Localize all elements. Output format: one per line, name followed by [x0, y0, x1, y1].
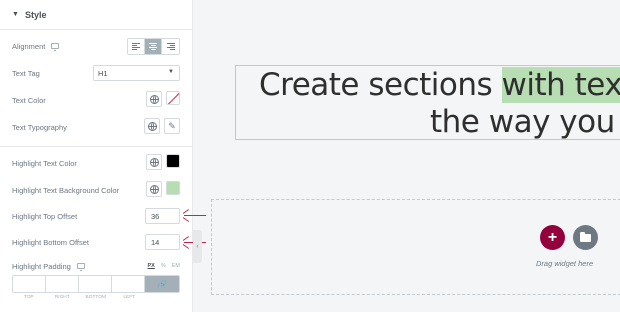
- caret-down-icon: ▼: [12, 11, 19, 18]
- dim-label-top: TOP: [23, 295, 34, 300]
- chevron-left-icon: ‹: [196, 243, 199, 250]
- highlight-text-color-label: Highlight Text Color: [12, 158, 77, 168]
- global-colors-button[interactable]: [146, 91, 162, 107]
- unit-switcher: PX % EM: [148, 263, 180, 269]
- folder-icon: [580, 231, 591, 242]
- globe-icon: [149, 157, 159, 167]
- globe-icon: [149, 94, 159, 104]
- unit-px[interactable]: PX: [148, 263, 155, 269]
- align-right-button[interactable]: [162, 39, 179, 54]
- add-template-button[interactable]: [573, 225, 598, 250]
- text-typography-label: Text Typography: [12, 122, 67, 132]
- edit-typography-button[interactable]: ✎: [164, 118, 180, 134]
- pencil-icon: ✎: [168, 120, 176, 131]
- highlight-top-offset-label: Highlight Top Offset: [12, 211, 78, 221]
- padding-dimensions: 🔗: [12, 275, 180, 293]
- highlight-bottom-offset-input[interactable]: 14: [145, 234, 180, 250]
- highlight-bg-color-swatch[interactable]: [166, 181, 180, 195]
- padding-top-input[interactable]: [13, 276, 46, 292]
- heading-line-1: Create sections with tex: [259, 67, 620, 103]
- desktop-icon[interactable]: [76, 263, 85, 271]
- highlight-top-offset-value: 36: [151, 211, 160, 221]
- drag-widget-hint: Drag widget here: [536, 259, 594, 268]
- text-tag-value: H1: [98, 68, 108, 78]
- style-section-header[interactable]: ▼ Style: [0, 0, 193, 30]
- highlight-text-color-controls: [146, 154, 180, 170]
- collapse-panel-button[interactable]: ‹: [193, 230, 202, 263]
- highlight-text-color-swatch[interactable]: [166, 154, 180, 168]
- text-color-controls: [146, 91, 180, 107]
- text-tag-label: Text Tag: [12, 68, 40, 78]
- padding-dimension-labels: TOP RIGHT BOTTOM LEFT: [12, 295, 146, 300]
- highlight-padding-label: Highlight Padding: [12, 261, 71, 271]
- link-icon: 🔗: [157, 279, 167, 289]
- typography-controls: ✎: [144, 118, 180, 134]
- text-tag-select[interactable]: H1 ▼: [93, 65, 180, 81]
- section-title: Style: [24, 9, 47, 20]
- link-values-button[interactable]: 🔗: [145, 276, 179, 292]
- highlight-bg-color-row: Highlight Text Background Color: [12, 180, 180, 200]
- highlight-top-offset-input[interactable]: 36: [145, 208, 180, 224]
- align-left-icon: [132, 43, 140, 50]
- alignment-control: [127, 38, 180, 55]
- align-left-button[interactable]: [128, 39, 145, 54]
- highlight-bottom-offset-value: 14: [151, 237, 160, 247]
- highlight-bg-color-controls: [146, 181, 180, 197]
- padding-right-input[interactable]: [46, 276, 79, 292]
- global-colors-button[interactable]: [146, 154, 162, 170]
- editor-canvas: Create sections with tex the way you + D…: [202, 0, 620, 312]
- heading-highlight-text: with tex: [501, 67, 620, 103]
- text-tag-row: Text Tag H1 ▼: [12, 63, 180, 83]
- text-color-swatch[interactable]: [166, 91, 180, 105]
- highlight-bg-color-label: Highlight Text Background Color: [12, 185, 120, 195]
- highlight-bottom-offset-label: Highlight Bottom Offset: [12, 237, 89, 247]
- text-color-label: Text Color: [12, 95, 46, 105]
- dim-label-left: LEFT: [123, 295, 136, 300]
- heading-text: Create sections: [259, 67, 502, 103]
- unit-em[interactable]: EM: [172, 263, 180, 269]
- padding-left-input[interactable]: [112, 276, 145, 292]
- alignment-row: Alignment: [12, 36, 180, 56]
- text-typography-row: Text Typography ✎: [12, 117, 180, 137]
- editor-panel: ▼ Style Alignment Text Tag H1 ▼ Text Col…: [0, 0, 193, 312]
- align-right-icon: [166, 43, 175, 50]
- dim-label-right: RIGHT: [54, 295, 70, 300]
- unit-percent[interactable]: %: [161, 263, 166, 269]
- chevron-down-icon: ▼: [168, 69, 174, 75]
- alignment-label: Alignment: [12, 41, 46, 51]
- highlight-text-color-row: Highlight Text Color: [12, 153, 180, 173]
- divider: [0, 146, 193, 147]
- add-section-button[interactable]: +: [540, 225, 565, 250]
- globe-icon: [147, 121, 157, 131]
- desktop-icon[interactable]: [51, 43, 60, 51]
- text-color-row: Text Color: [12, 90, 180, 110]
- global-colors-button[interactable]: [146, 181, 162, 197]
- heading-line-2: the way you: [430, 104, 615, 140]
- padding-bottom-input[interactable]: [79, 276, 112, 292]
- align-center-button[interactable]: [145, 39, 162, 54]
- align-center-icon: [149, 43, 157, 50]
- dim-label-bottom: BOTTOM: [85, 295, 106, 300]
- global-typography-button[interactable]: [144, 118, 160, 134]
- plus-icon: +: [547, 228, 558, 246]
- globe-icon: [149, 184, 159, 194]
